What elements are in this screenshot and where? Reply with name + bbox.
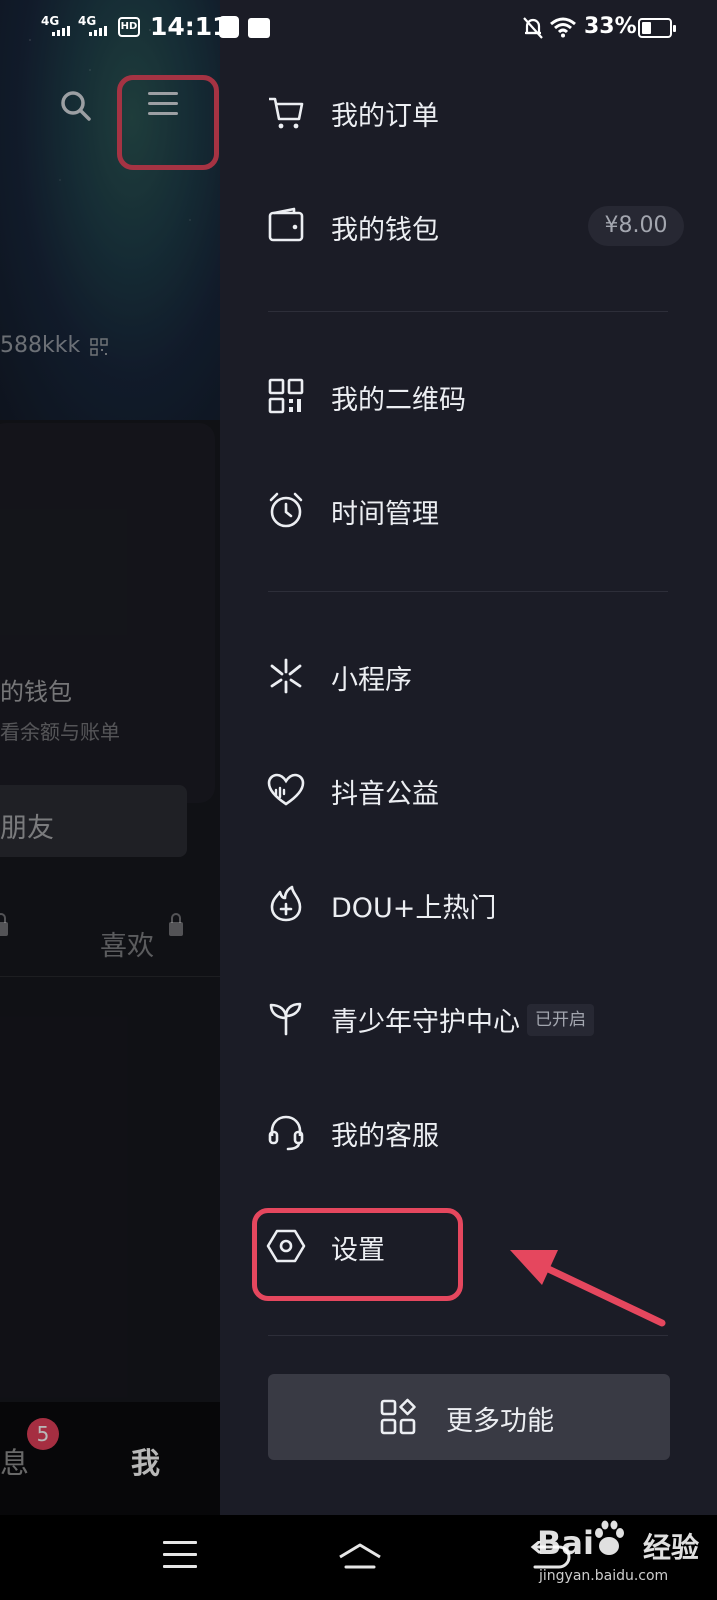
battery-icon [638,18,676,38]
divider [268,311,668,312]
menu-item-dou-plus[interactable]: DOU+上热门 [220,864,717,944]
charity-heart-icon [267,773,305,806]
home-icon[interactable] [336,1539,384,1579]
wallet-entry-title[interactable]: 我的钱包 [0,672,72,707]
menu-label: 青少年守护中心 [331,1007,520,1038]
apps-grid-icon [380,1398,416,1435]
menu-item-my-wallet[interactable]: 我的钱包 ¥8.00 [220,186,717,266]
messages-badge: 5 [27,1418,59,1450]
tab-messages[interactable]: 消息 [0,1440,29,1482]
hd-voice-icon: HD [118,17,140,37]
background-profile-page: 588kkk 我的钱包 查看余额与账单 加朋友 喜欢 消息 5 我 [0,0,220,1515]
small-qr-icon[interactable] [90,338,108,356]
qr-code-icon [268,378,304,414]
tab-likes[interactable]: 喜欢 [100,924,154,963]
status-bar: 4G 4G HD 14:11 33% [0,0,717,56]
menu-label: 小程序 [331,665,412,696]
menu-label: 时间管理 [331,499,439,530]
menu-item-teen-protection[interactable]: 青少年守护中心 已开启 [220,978,717,1058]
signal-bars-icon [52,26,70,36]
bottom-tab-bar [0,1402,220,1515]
menu-item-time-management[interactable]: 时间管理 [220,470,717,550]
annotation-arrow-icon [510,1250,666,1327]
wifi-icon [550,17,576,38]
watermark-brand-text: 经验 [643,1531,700,1564]
profile-card [0,423,215,803]
more-features-label: 更多功能 [446,1406,554,1437]
wallet-balance-badge: ¥8.00 [588,206,684,246]
baidu-jingyan-watermark: Bai 经验 jingyan.baidu.com [537,1520,715,1592]
flame-plus-icon [270,885,302,922]
battery-percent: 33% [584,14,637,39]
menu-label: 抖音公益 [331,779,439,810]
signal-bars-icon [89,26,107,36]
lock-icon [169,913,183,936]
menu-label: 我的钱包 [331,215,439,246]
menu-label: 我的客服 [331,1121,439,1152]
divider [268,591,668,592]
watermark-url: jingyan.baidu.com [539,1568,669,1584]
mini-program-icon [270,658,302,694]
wallet-icon [268,207,304,242]
tab-divider [0,976,220,977]
clock: 14:11 [150,12,230,41]
annotation-highlight-menu [117,75,219,170]
menu-item-douyin-charity[interactable]: 抖音公益 [220,750,717,830]
annotation-highlight-settings [252,1208,463,1301]
sprout-icon [269,1002,302,1036]
menu-item-mini-programs[interactable]: 小程序 [220,636,717,716]
cart-icon [269,97,304,129]
mute-bell-icon [523,17,543,39]
tab-me[interactable]: 我 [131,1440,160,1482]
add-friend-label: 加朋友 [0,813,54,844]
menu-item-customer-service[interactable]: 我的客服 [220,1092,717,1172]
calendar-app-icon [248,18,270,38]
menu-item-my-qr-code[interactable]: 我的二维码 [220,356,717,436]
search-icon[interactable] [56,86,96,126]
more-features-button[interactable]: 更多功能 [268,1374,670,1460]
notes-app-icon [219,16,239,38]
headset-icon [268,1115,304,1151]
menu-item-my-orders[interactable]: 我的订单 [220,72,717,152]
alarm-clock-icon [269,492,303,528]
menu-label: 我的二维码 [331,385,466,416]
baidu-paw-icon [595,1520,624,1555]
menu-label: DOU+上热门 [331,893,497,924]
watermark-logo-text: Bai [537,1524,594,1562]
status-tag-enabled: 已开启 [527,1004,594,1036]
divider [268,1335,668,1336]
wallet-entry-subtitle: 查看余额与账单 [0,720,120,744]
recent-apps-icon[interactable] [163,1541,197,1571]
user-id-text: 588kkk [0,333,81,358]
menu-label: 我的订单 [331,101,439,132]
lock-icon [0,913,8,936]
